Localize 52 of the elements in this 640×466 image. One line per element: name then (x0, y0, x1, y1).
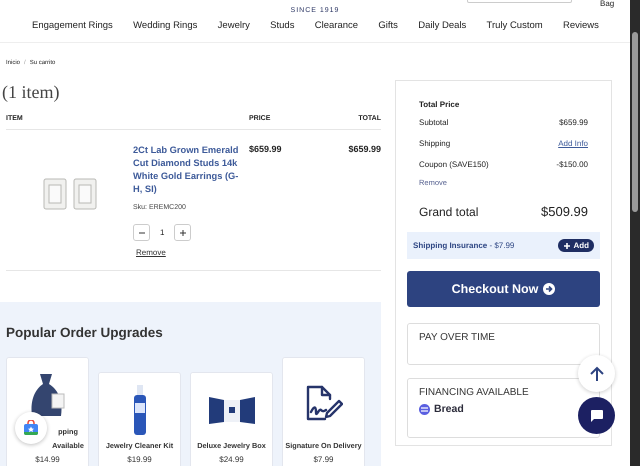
summary-label: Subtotal (419, 118, 448, 127)
decrease-button[interactable] (133, 224, 150, 241)
checkout-button[interactable]: Checkout Now (407, 271, 600, 307)
item-total: $659.99 (348, 144, 381, 156)
nav-link[interactable]: Gifts (378, 20, 398, 31)
upgrade-price: $14.99 (35, 454, 60, 466)
arrow-circle-icon (543, 283, 556, 295)
scroll-to-top-button[interactable] (578, 355, 615, 392)
nav-link[interactable]: Wedding Rings (133, 20, 198, 31)
quantity-value[interactable]: 1 (160, 228, 164, 237)
jewelry-box-photo (208, 395, 254, 425)
panel-title: PAY OVER TIME (419, 332, 495, 343)
grand-total-label: Grand total (419, 204, 478, 218)
nav-link[interactable]: Daily Deals (418, 20, 466, 31)
product-link[interactable]: 2Ct Lab Grown Emerald Cut Diamond Studs 14k White Gold Earrings (G-H, SI) (133, 144, 245, 196)
nav-link[interactable]: Studs (270, 20, 294, 31)
scrollbar[interactable] (630, 0, 640, 466)
signed-document-icon (304, 384, 342, 420)
add-insurance-button[interactable]: Add (558, 239, 594, 252)
remove-link[interactable]: Remove (136, 248, 166, 257)
nav-link[interactable]: Engagement Rings (32, 20, 113, 31)
financing-provider: Bread (434, 403, 464, 415)
upgrade-price: $19.99 (127, 454, 152, 466)
summary-value: -$150.00 (556, 160, 588, 169)
nav-link[interactable]: Truly Custom (486, 20, 543, 31)
chat-bubble-icon (590, 408, 604, 422)
upgrade-price: $24.99 (219, 454, 244, 466)
up-arrow-icon (590, 366, 604, 382)
shopping-bag-icon (23, 420, 39, 436)
earrings-photo (42, 177, 98, 211)
plus-icon (563, 242, 572, 250)
section-title: Popular Order Upgrades (6, 325, 163, 340)
nav-link[interactable]: Reviews (562, 20, 599, 31)
increase-button[interactable] (174, 224, 192, 241)
cleaner-bottle-photo (132, 385, 146, 435)
summary-label: Coupon (SAVE150) (419, 160, 489, 169)
upgrade-price: $7.99 (313, 454, 334, 466)
shipping-info-link[interactable]: Add Info (558, 139, 588, 148)
plus-icon (178, 228, 187, 236)
nav-link[interactable]: Jewelry (218, 20, 250, 31)
panel-title: FINANCING AVAILABLE (419, 387, 529, 398)
insurance-label: Shipping Insurance - $7.99 (413, 241, 514, 250)
summary-value: $659.99 (559, 118, 588, 127)
bread-logo-icon (419, 404, 430, 414)
chat-button[interactable] (578, 397, 615, 434)
item-price: $659.99 (249, 144, 283, 156)
summary-title: Total Price (419, 100, 460, 109)
item-count: (1 item) (2, 82, 60, 103)
grand-total-value: $509.99 (541, 204, 588, 219)
nav-link[interactable]: Clearance (314, 20, 358, 31)
summary-label: Shipping (419, 139, 450, 148)
bag-label[interactable]: Bag (600, 0, 614, 8)
